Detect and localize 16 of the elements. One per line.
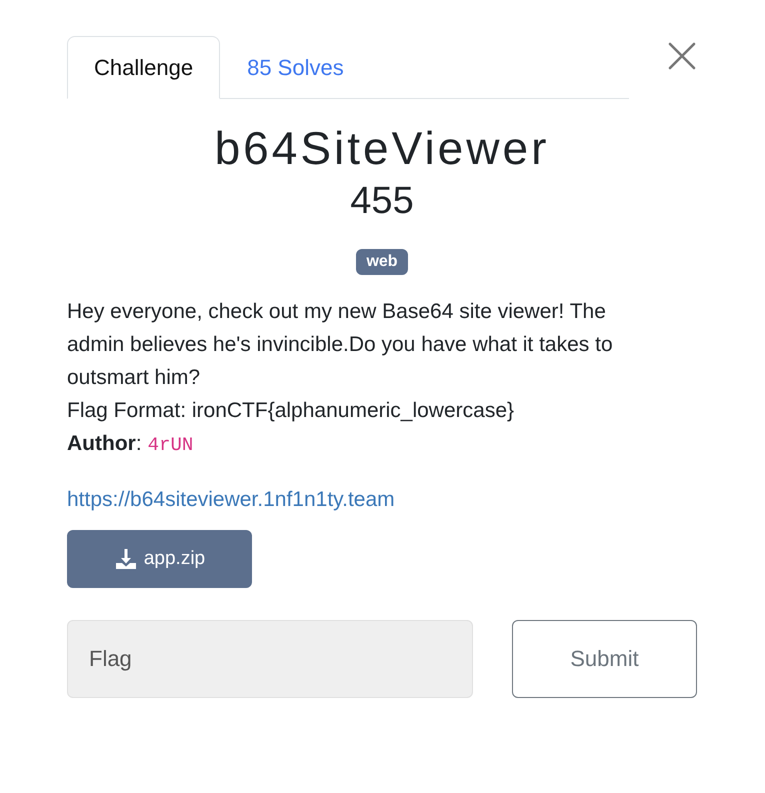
tab[interactable]: 85 Solves — [220, 36, 371, 99]
download-button[interactable]: app.zip — [67, 530, 252, 588]
close-icon — [667, 41, 697, 71]
flag-format-text: Flag Format: ironCTF{alphanumeric_lowercase} — [67, 398, 516, 424]
challenge-description: Hey everyone, check out my new Base64 site viewer! The admin believes he's invincible.Do you have what it takes to outsmart him? — [67, 299, 614, 392]
challenge-points: 455 — [349, 180, 415, 224]
challenge-title: b64SiteViewer — [214, 121, 550, 176]
tab[interactable]: Challenge — [67, 36, 220, 99]
author-label: Author: — [67, 431, 142, 458]
category-tag: web — [356, 249, 408, 276]
download-icon — [114, 547, 138, 572]
flag-input[interactable]: Flag — [67, 620, 473, 698]
close-button[interactable] — [667, 41, 697, 71]
challenge-link[interactable]: https://b64siteviewer.1nf1n1ty.team — [67, 488, 395, 512]
submit-button[interactable]: Submit — [512, 620, 697, 698]
author-name: 4rUN — [148, 433, 194, 458]
